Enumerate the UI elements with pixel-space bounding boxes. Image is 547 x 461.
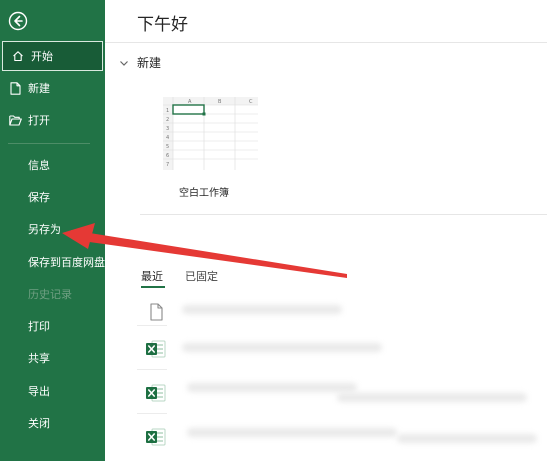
recent-file-row[interactable] [137, 292, 547, 326]
greeting-title: 下午好 [137, 15, 188, 35]
thumbnail-row-3: 3 [166, 126, 169, 132]
recent-file-row[interactable] [137, 370, 547, 414]
back-arrow-icon [8, 11, 28, 31]
sidebar-item-close[interactable]: 关闭 [0, 408, 105, 438]
excel-icon [146, 384, 166, 402]
blurred-file-name [182, 305, 342, 314]
sidebar-divider [8, 143, 90, 144]
excel-icon [146, 428, 166, 446]
sidebar-item-home[interactable]: 开始 [2, 41, 103, 71]
sidebar-item-label: 打开 [28, 114, 50, 127]
blurred-file-path [397, 434, 537, 443]
sidebar-item-history: 历史记录 [0, 279, 105, 309]
new-file-icon [8, 81, 22, 95]
sidebar-item-new[interactable]: 新建 [0, 73, 105, 103]
thumbnail-row-2: 2 [166, 117, 169, 123]
tab-pinned[interactable]: 已固定 [185, 268, 218, 284]
sidebar-item-label: 保存到百度网盘 [28, 256, 105, 269]
sidebar-item-share[interactable]: 共享 [0, 343, 105, 373]
sidebar-item-info[interactable]: 信息 [0, 150, 105, 180]
new-section-toggle[interactable]: 新建 [118, 54, 161, 71]
open-folder-icon [8, 113, 22, 127]
header-divider [105, 42, 547, 43]
sidebar-item-label: 开始 [31, 50, 53, 63]
sidebar-item-label: 历史记录 [28, 288, 72, 301]
sidebar-item-label: 另存为 [28, 223, 61, 236]
thumbnail-row-5: 5 [166, 144, 169, 150]
home-icon [11, 49, 25, 63]
excel-icon [146, 340, 166, 358]
sidebar-item-label: 打印 [28, 320, 50, 333]
section-divider [140, 214, 547, 215]
chevron-down-icon [120, 60, 128, 66]
sidebar-item-export[interactable]: 导出 [0, 376, 105, 406]
sidebar-item-save[interactable]: 保存 [0, 182, 105, 212]
sidebar-item-save-as[interactable]: 另存为 [0, 214, 105, 244]
sidebar-item-label: 保存 [28, 191, 50, 204]
sidebar-item-print[interactable]: 打印 [0, 311, 105, 341]
thumbnail-row-6: 6 [166, 153, 169, 159]
thumbnail-col-b: B [218, 99, 222, 105]
sidebar-item-label: 共享 [28, 352, 50, 365]
thumbnail-col-c: C [249, 99, 253, 105]
tab-recent-underline [141, 286, 165, 288]
back-button[interactable] [5, 8, 31, 34]
tab-recent[interactable]: 最近 [141, 268, 163, 284]
thumbnail-col-a: A [188, 99, 192, 105]
backstage-sidebar: 开始 新建 打开 信息 保存 另存为 保存到百度网盘 历史记录 打印 共享 导出… [0, 0, 105, 461]
sidebar-item-label: 信息 [28, 159, 50, 172]
thumbnail-row-1: 1 [166, 108, 169, 114]
thumbnail-row-7: 7 [166, 162, 169, 168]
sidebar-item-save-to-baidu[interactable]: 保存到百度网盘 [0, 247, 105, 277]
sidebar-item-label: 新建 [28, 82, 50, 95]
recent-file-row[interactable] [137, 326, 547, 370]
thumbnail-row-4: 4 [166, 135, 169, 141]
blurred-file-path [337, 393, 527, 402]
blank-workbook-thumbnail: A B C 1 2 3 4 5 6 7 [160, 95, 258, 170]
sidebar-item-label: 导出 [28, 385, 50, 398]
blurred-file-name [182, 343, 382, 352]
blurred-file-name [187, 383, 357, 392]
new-section-title: 新建 [137, 56, 162, 70]
blank-workbook-template[interactable]: A B C 1 2 3 4 5 6 7 空白工作簿 [160, 95, 260, 199]
template-label: 空白工作簿 [179, 188, 229, 199]
sidebar-item-open[interactable]: 打开 [0, 105, 105, 135]
blurred-file-name [187, 428, 397, 437]
sidebar-item-label: 关闭 [28, 417, 50, 430]
file-icon [150, 303, 163, 321]
recent-file-row[interactable] [137, 414, 547, 458]
